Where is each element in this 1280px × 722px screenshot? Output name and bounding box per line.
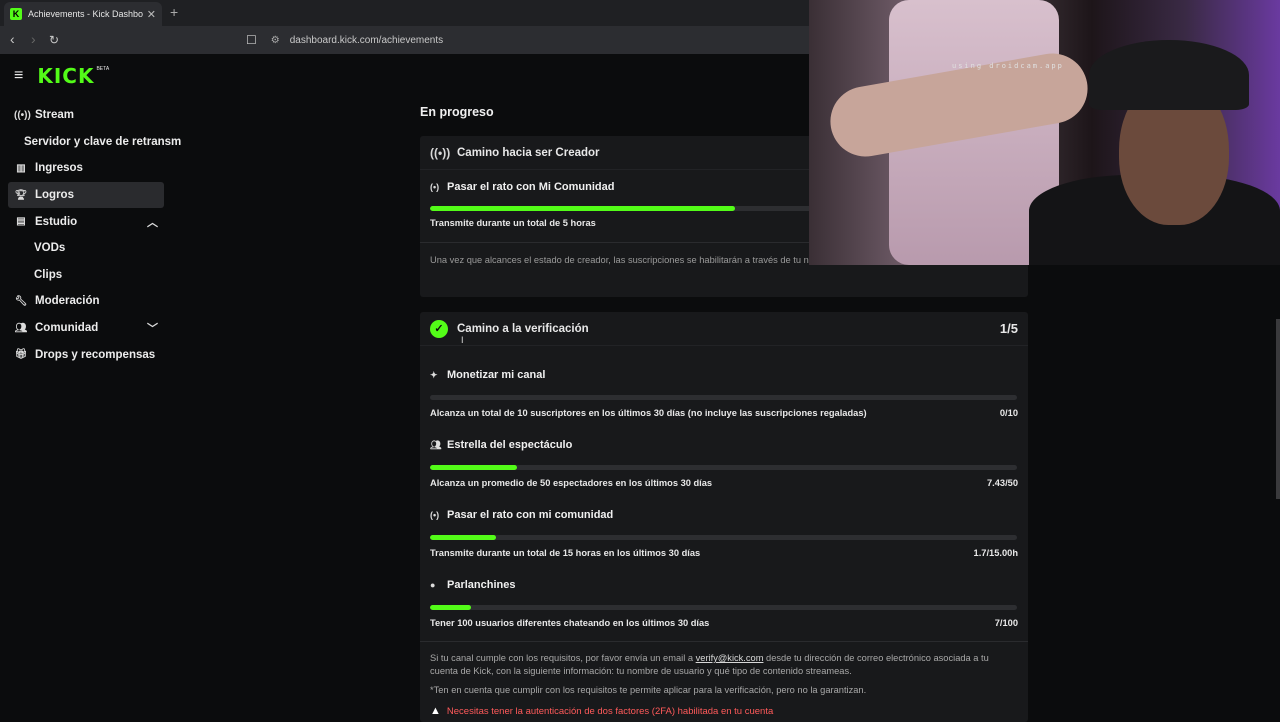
progress-bar <box>430 395 1017 400</box>
text-cursor-icon: I <box>461 335 464 345</box>
chart-icon: ▥ <box>16 162 26 174</box>
sidebar-item-clips[interactable]: Clips <box>8 262 164 289</box>
sidebar-item-estudio[interactable]: ▤ Estudio ︿ <box>8 208 164 235</box>
broadcast-icon: ((•)) <box>14 109 31 121</box>
sidebar-item-label: Drops y recompensas <box>35 348 156 361</box>
verify-email-link[interactable]: verify@kick.com <box>696 653 764 663</box>
sidebar-item-server-key[interactable]: Servidor y clave de retransm <box>8 129 181 156</box>
reload-icon[interactable]: ↻ <box>49 33 59 47</box>
users-icon: 👥︎ <box>430 439 442 450</box>
url-text[interactable]: dashboard.kick.com/achievements <box>290 35 443 46</box>
browser-tab[interactable]: K Achievements - Kick Dashboard ✕ <box>4 2 162 26</box>
sidebar-item-label: Ingresos <box>35 162 83 175</box>
chevron-up-icon[interactable]: ︿ <box>147 214 158 230</box>
gift-icon: 🎁︎ <box>14 349 28 361</box>
sidebar-item-label: Moderación <box>35 295 100 308</box>
sidebar-item-ingresos[interactable]: ▥ Ingresos <box>8 155 164 182</box>
sidebar-item-drops[interactable]: 🎁︎ Drops y recompensas <box>8 341 164 368</box>
wrench-icon: 🔧︎ <box>14 295 28 307</box>
goal-description: Tener 100 usuarios diferentes chateando … <box>430 618 710 628</box>
verification-card: ✓ Camino a la verificación 1/5 ✦ Monetiz… <box>420 312 1028 722</box>
webcam-cap <box>1089 40 1249 110</box>
card-header: ✓ Camino a la verificación 1/5 <box>420 312 1028 346</box>
instructions-part-1: Si tu canal cumple con los requisitos, p… <box>430 653 694 663</box>
address-bar[interactable]: ☐ ⚙ dashboard.kick.com/achievements <box>246 29 846 51</box>
progress-fill <box>430 605 472 610</box>
menu-icon[interactable]: ≡ <box>14 67 23 85</box>
goal-title: Monetizar mi canal <box>447 369 546 381</box>
verification-instructions: Si tu canal cumple con los requisitos, p… <box>420 652 1028 678</box>
chat-bubble-icon: ● <box>430 580 436 590</box>
sparkle-icon: ✦ <box>430 369 438 380</box>
progress-bar <box>430 465 1017 470</box>
progress-bar <box>430 605 1017 610</box>
goal-value: 0/10 <box>999 408 1018 418</box>
community-icon: 👥︎ <box>14 322 28 334</box>
goal-description: Transmite durante un total de 15 horas e… <box>430 548 701 558</box>
new-tab-button[interactable]: + <box>170 4 178 20</box>
card-title: Camino hacia ser Creador <box>457 146 600 159</box>
goal-title: Estrella del espectáculo <box>447 439 573 451</box>
sidebar-item-label: VODs <box>34 242 66 255</box>
sidebar-item-label: Clips <box>34 268 63 281</box>
progress-fill <box>430 535 497 540</box>
kick-logo[interactable]: KICK <box>37 64 94 88</box>
sidebar-item-label: Estudio <box>35 215 78 228</box>
verified-check-icon: ✓ <box>430 319 448 338</box>
tab-title: Achievements - Kick Dashboard <box>28 9 143 19</box>
studio-icon: ▤ <box>16 216 26 228</box>
progress-bar <box>430 535 1017 540</box>
sidebar-item-vods[interactable]: VODs <box>8 235 164 262</box>
sidebar-item-stream[interactable]: ((•)) Stream <box>8 102 164 129</box>
card-title: Camino a la verificación <box>457 322 589 335</box>
back-icon[interactable]: ‹ <box>10 31 15 47</box>
scrollbar[interactable] <box>1276 319 1280 499</box>
section-title: En progreso <box>420 105 494 119</box>
verification-disclaimer: *Ten en cuenta que cumplir con los requi… <box>430 685 867 695</box>
goal-description: Alcanza un promedio de 50 espectadores e… <box>430 478 713 488</box>
sidebar-item-moderacion[interactable]: 🔧︎ Moderación <box>8 288 164 315</box>
sidebar-item-label: Stream <box>35 109 74 122</box>
sidebar-item-label: Logros <box>35 189 74 202</box>
broadcast-icon: ((•)) <box>430 145 451 160</box>
goal-value: 7.43/50 <box>986 478 1018 488</box>
progress-fill <box>430 465 518 470</box>
goal-title: Parlanchines <box>447 579 516 591</box>
goal-item: ✦ Monetizar mi canal Alcanza un total de… <box>420 346 1028 418</box>
broadcast-icon: (•) <box>430 510 440 520</box>
goal-item: (•) Pasar el rato con mi comunidad Trans… <box>420 488 1028 558</box>
warning-icon: ▲ <box>430 705 441 717</box>
sidebar-item-label: Servidor y clave de retransm <box>24 135 182 148</box>
goal-item: ● Parlanchines Tener 100 usuarios difere… <box>420 558 1028 628</box>
goal-title: Pasar el rato con mi comunidad <box>447 509 614 521</box>
close-tab-icon[interactable]: ✕ <box>147 8 156 21</box>
goal-item: 👥︎ Estrella del espectáculo Alcanza un p… <box>420 418 1028 488</box>
goal-description: Transmite durante un total de 5 horas <box>430 218 596 228</box>
sidebar: ((•)) Stream Servidor y clave de retrans… <box>8 102 181 368</box>
goal-title: Pasar el rato con Mi Comunidad <box>447 181 615 193</box>
dashboard-header: ≡ KICK BETA <box>14 64 109 88</box>
sidebar-item-logros[interactable]: 🏆︎ Logros <box>8 181 164 209</box>
webcam-overlay: using droidcam.app <box>809 0 1280 265</box>
site-info-icon[interactable]: ⚙ <box>271 35 280 46</box>
webcam-watermark: using droidcam.app <box>952 62 1064 70</box>
kick-favicon-icon: K <box>10 8 22 20</box>
broadcast-icon: (•) <box>430 182 440 192</box>
trophy-icon: 🏆︎ <box>14 189 28 201</box>
sidebar-item-comunidad[interactable]: 👥︎ Comunidad ﹀ <box>8 315 164 342</box>
sidebar-item-label: Comunidad <box>35 322 99 335</box>
progress-fill <box>430 206 736 211</box>
goal-value: 1.7/15.00h <box>973 548 1018 558</box>
warning-text: Necesitas tener la autenticación de dos … <box>446 705 774 717</box>
bookmark-icon[interactable]: ☐ <box>246 33 257 47</box>
chevron-down-icon[interactable]: ﹀ <box>147 320 158 336</box>
forward-icon[interactable]: › <box>31 31 36 47</box>
divider <box>420 641 1028 642</box>
goal-value: 7/100 <box>994 618 1018 628</box>
2fa-warning: ▲ Necesitas tener la autenticación de do… <box>420 705 1028 717</box>
goal-description: Alcanza un total de 10 suscriptores en l… <box>430 408 867 418</box>
beta-badge: BETA <box>96 66 110 72</box>
verification-count: 1/5 <box>999 321 1018 336</box>
